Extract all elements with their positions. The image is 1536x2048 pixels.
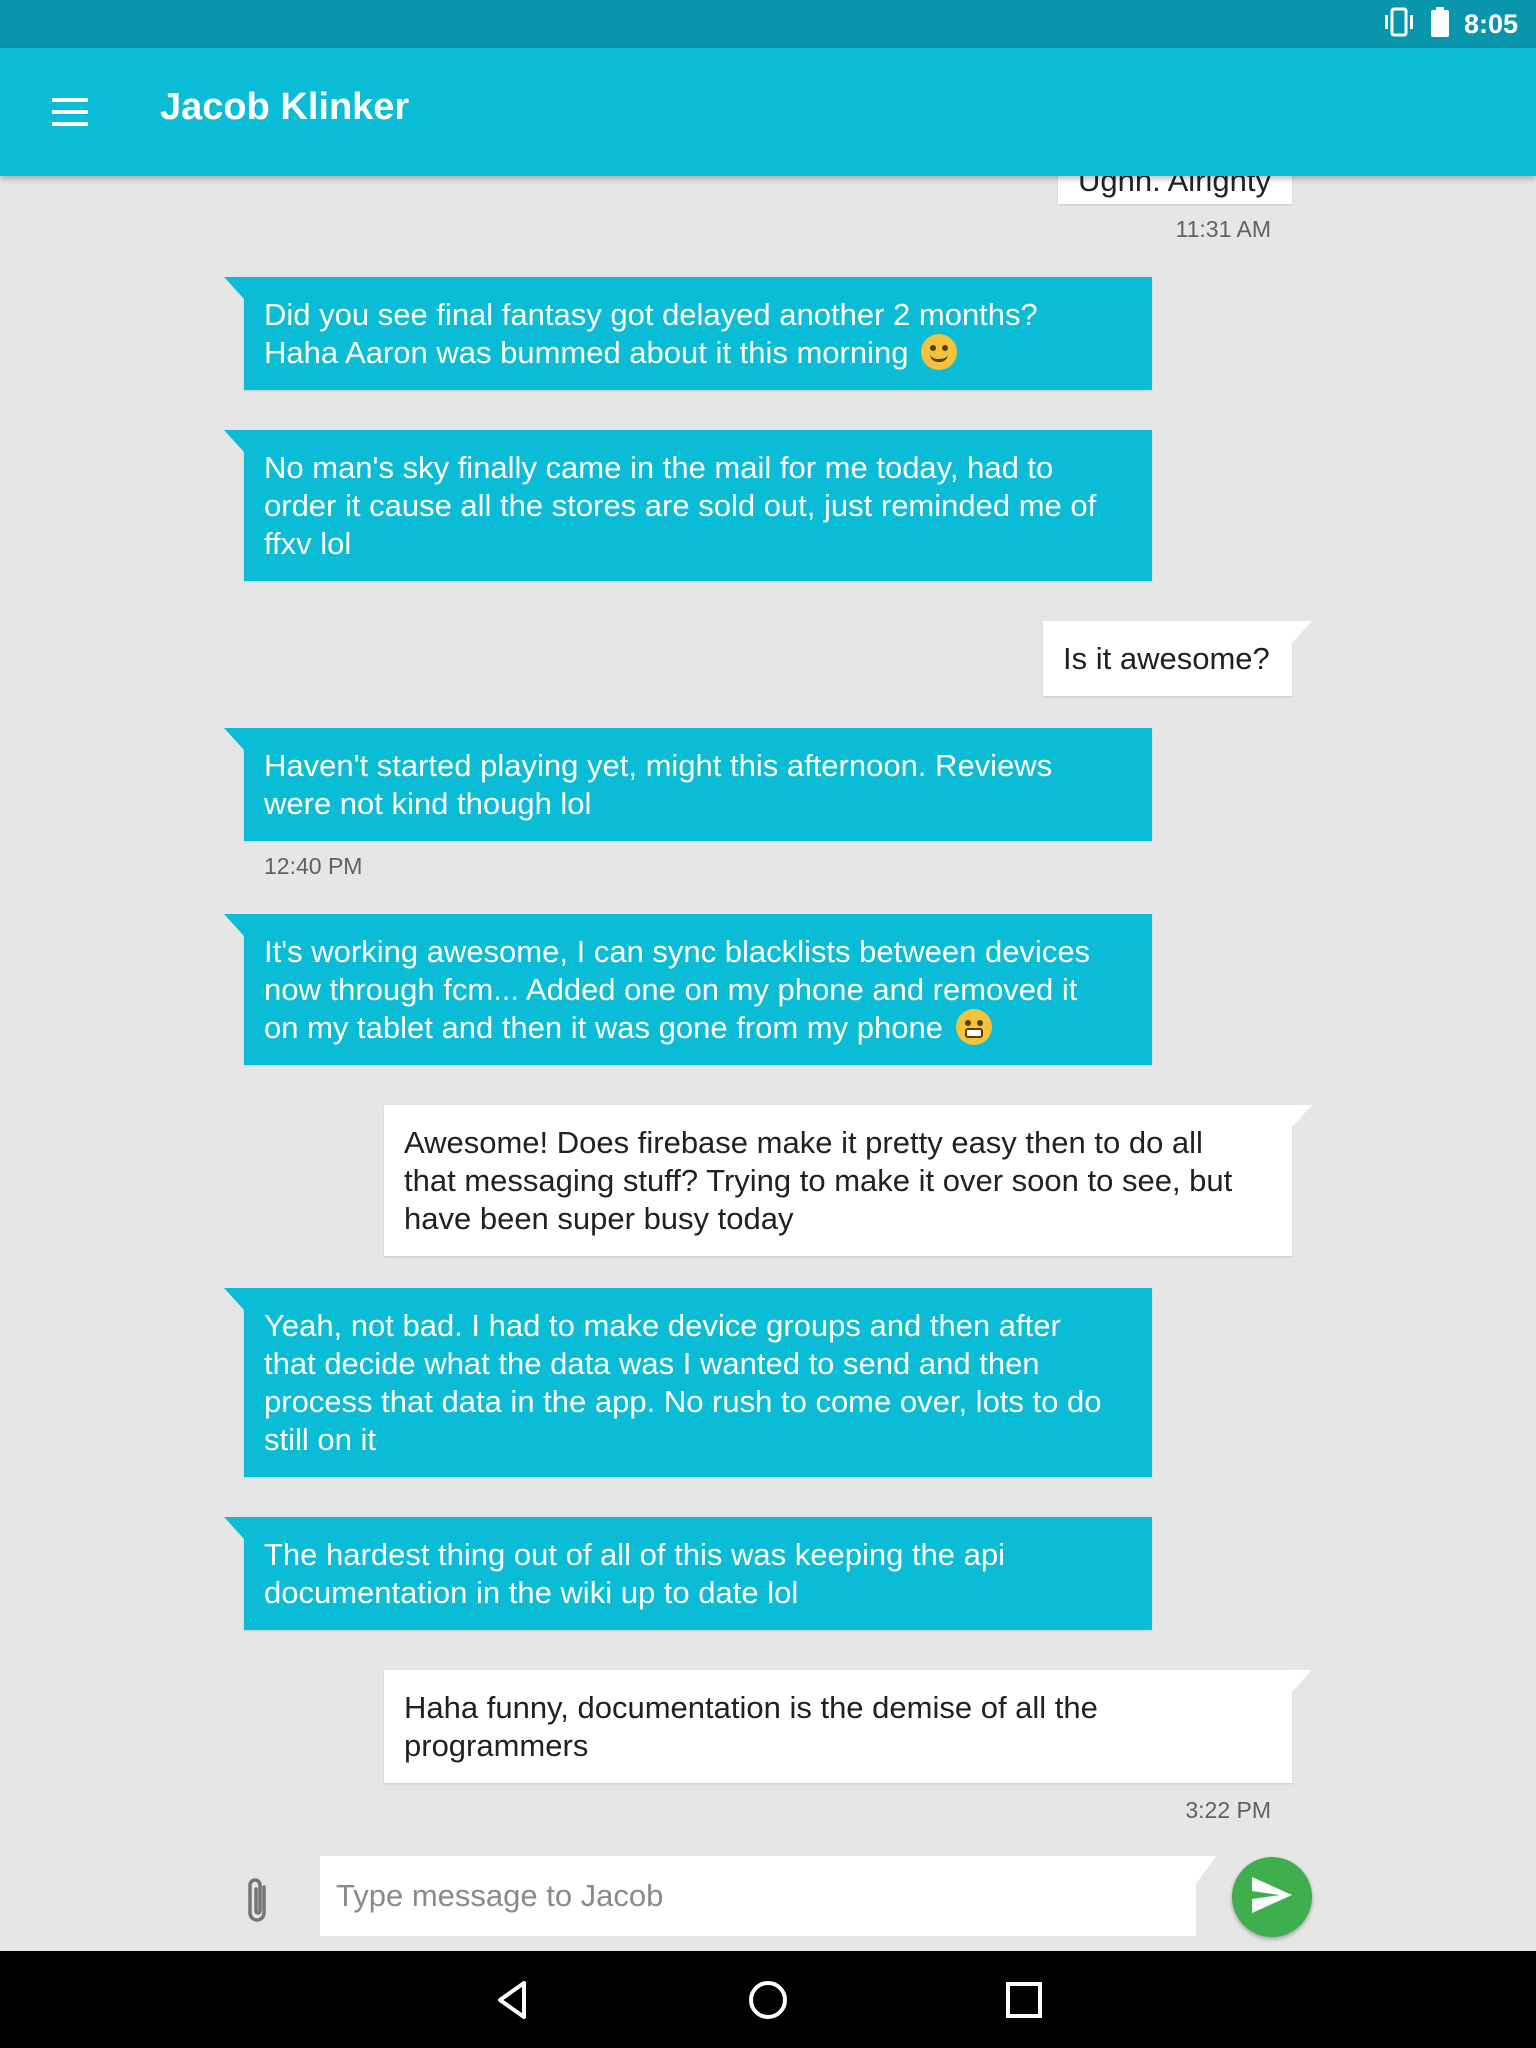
message-line: Is it awesome? — [1063, 640, 1270, 676]
message-line: ffxv lol — [264, 525, 352, 561]
message-line: on my tablet and then it was gone from m… — [264, 1009, 943, 1045]
message-bubble-incoming[interactable]: Did you see final fantasy got delayed an… — [224, 277, 1152, 390]
message-bubble-incoming[interactable]: Haven't started playing yet, might this … — [224, 728, 1152, 841]
status-bar: 8:05 — [0, 0, 1536, 48]
message-timestamp: 12:40 PM — [264, 853, 363, 879]
message-line: Yeah, not bad. I had to make device grou… — [264, 1307, 1061, 1343]
grimacing-face-emoji-icon — [955, 1008, 992, 1045]
message-bubble-outgoing[interactable]: Ughh. Alrighty — [1058, 176, 1292, 204]
message-line: Did you see final fantasy got delayed an… — [264, 296, 1038, 332]
message-bubble-incoming[interactable]: Yeah, not bad. I had to make device grou… — [224, 1288, 1152, 1477]
message-line: The hardest thing out of all of this was… — [264, 1536, 1006, 1572]
system-nav-bar — [0, 1951, 1536, 2048]
vibrate-icon — [1382, 7, 1416, 42]
message-bubble-incoming[interactable]: The hardest thing out of all of this was… — [224, 1517, 1152, 1630]
hamburger-menu-icon[interactable] — [48, 92, 96, 132]
send-button[interactable] — [1232, 1857, 1312, 1937]
message-line: that decide what the data was I wanted t… — [264, 1345, 1040, 1381]
conversation-title: Jacob Klinker — [160, 86, 410, 128]
message-line: process that data in the app. No rush to… — [264, 1383, 1102, 1419]
home-icon[interactable] — [743, 1975, 793, 2025]
message-line: Haha Aaron was bummed about it this morn… — [264, 334, 909, 370]
battery-icon — [1430, 6, 1450, 42]
message-line: Haven't started playing yet, might this … — [264, 747, 1053, 783]
message-line: order it cause all the stores are sold o… — [264, 487, 1097, 523]
message-line: No man's sky finally came in the mail fo… — [264, 449, 1054, 485]
message-bubble-incoming[interactable]: No man's sky finally came in the mail fo… — [224, 430, 1152, 581]
message-bubble-outgoing[interactable]: Awesome! Does firebase make it pretty ea… — [384, 1105, 1312, 1256]
message-bubble-outgoing[interactable]: Is it awesome? — [1043, 621, 1312, 696]
yum-face-emoji-icon — [921, 333, 958, 370]
status-icons: 8:05 — [1382, 0, 1518, 48]
recents-icon[interactable] — [999, 1975, 1049, 2025]
message-line: that messaging stuff? Trying to make it … — [404, 1162, 1233, 1198]
message-line: Awesome! Does firebase make it pretty ea… — [404, 1124, 1203, 1160]
paperclip-icon[interactable] — [236, 1873, 280, 1929]
back-icon[interactable] — [488, 1975, 538, 2025]
message-timestamp: 11:31 AM — [1175, 216, 1271, 242]
message-line: have been super busy today — [404, 1200, 794, 1236]
message-line: programmers — [404, 1727, 589, 1763]
message-line: It's working awesome, I can sync blackli… — [264, 933, 1091, 969]
message-line: documentation in the wiki up to date lol — [264, 1574, 799, 1610]
message-line: still on it — [264, 1421, 376, 1457]
message-composer — [0, 1851, 1536, 1951]
message-bubble-outgoing[interactable]: Haha funny, documentation is the demise … — [384, 1670, 1312, 1783]
message-line: Haha funny, documentation is the demise … — [404, 1689, 1098, 1725]
message-text: Ughh. Alrighty — [1078, 176, 1271, 198]
input-bubble-tail — [1196, 1856, 1216, 1884]
message-timestamp: 3:22 PM — [1185, 1797, 1271, 1823]
app-bar: Jacob Klinker — [0, 48, 1536, 176]
message-line: now through fcm... Added one on my phone… — [264, 971, 1078, 1007]
send-icon — [1250, 1875, 1294, 1920]
status-time: 8:05 — [1463, 8, 1518, 39]
message-input[interactable] — [320, 1856, 1196, 1936]
message-line: were not kind though lol — [264, 785, 592, 821]
message-bubble-incoming[interactable]: It's working awesome, I can sync blackli… — [224, 914, 1152, 1065]
message-list[interactable]: Ughh. Alrighty 11:31 AM Did you see fina… — [0, 176, 1536, 1851]
